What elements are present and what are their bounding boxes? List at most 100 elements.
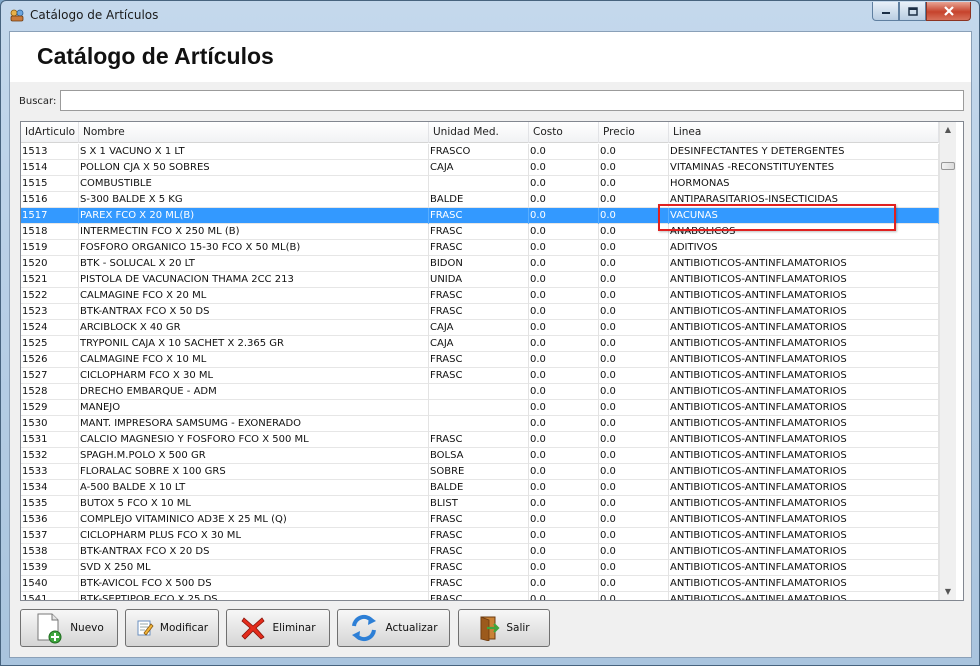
cell-unidad: BALDE	[429, 192, 529, 208]
cell-costo: 0.0	[529, 576, 599, 592]
cell-idarticulo: 1539	[21, 560, 79, 576]
table-row[interactable]: 1521 PISTOLA DE VACUNACION THAMA 2CC 213 U…	[21, 272, 939, 288]
table-row[interactable]: 1541 BTK-SEPTIPOR FCO X 25 DS FRASC 0.0 0.0 A…	[21, 592, 939, 600]
table-row[interactable]: 1513 S X 1 VACUNO X 1 LT FRASCO 0.0 0.0 DESIN…	[21, 144, 939, 160]
delete-x-icon	[241, 617, 266, 640]
eliminar-button[interactable]: Eliminar	[226, 609, 330, 647]
cell-precio: 0.0	[599, 560, 669, 576]
close-icon	[943, 6, 954, 16]
minimize-button[interactable]	[872, 2, 899, 21]
actualizar-button[interactable]: Actualizar	[337, 609, 450, 647]
cell-nombre: PISTOLA DE VACUNACION THAMA 2CC 213	[79, 272, 429, 288]
table-row[interactable]: 1524 ARCIBLOCK X 40 GR CAJA 0.0 0.0 ANTIBIOTI…	[21, 320, 939, 336]
cell-costo: 0.0	[529, 416, 599, 432]
header-col-linea[interactable]: Linea	[669, 122, 939, 143]
header-col-unidad[interactable]: Unidad Med.	[429, 122, 529, 143]
header-col-costo[interactable]: Costo	[529, 122, 599, 143]
cell-idarticulo: 1517	[21, 208, 79, 224]
cell-costo: 0.0	[529, 384, 599, 400]
table-row[interactable]: 1539 SVD X 250 ML FRASC 0.0 0.0 ANTIBIOTICOS-…	[21, 560, 939, 576]
header-col-precio[interactable]: Precio	[599, 122, 669, 143]
table-row[interactable]: 1523 BTK-ANTRAX FCO X 50 DS FRASC 0.0 0.0 ANT…	[21, 304, 939, 320]
cell-linea: ANTIBIOTICOS-ANTINFLAMATORIOS	[669, 288, 939, 304]
cell-linea: ADITIVOS	[669, 240, 939, 256]
salir-button[interactable]: Salir	[458, 609, 550, 647]
table-row[interactable]: 1531 CALCIO MAGNESIO Y FOSFORO FCO X 500 …	[21, 432, 939, 448]
table-row[interactable]: 1525 TRYPONIL CAJA X 10 SACHET X 2.365 GR…	[21, 336, 939, 352]
cell-precio: 0.0	[599, 352, 669, 368]
table-row[interactable]: 1514 POLLON CJA X 50 SOBRES CAJA 0.0 0.0 VITA…	[21, 160, 939, 176]
table-row[interactable]: 1520 BTK - SOLUCAL X 20 LT BIDON 0.0 0.0 ANTI…	[21, 256, 939, 272]
modificar-label: Modificar	[159, 622, 209, 634]
cell-unidad: FRASC	[429, 352, 529, 368]
cell-linea: ANTIBIOTICOS-ANTINFLAMATORIOS	[669, 560, 939, 576]
cell-costo: 0.0	[529, 272, 599, 288]
cell-nombre: PAREX FCO X 20 ML(B)	[79, 208, 429, 224]
modificar-button[interactable]: Modificar	[125, 609, 219, 647]
table-row[interactable]: 1527 CICLOPHARM FCO X 30 ML FRASC 0.0 0.0 ANT…	[21, 368, 939, 384]
cell-nombre: TRYPONIL CAJA X 10 SACHET X 2.365 GR	[79, 336, 429, 352]
table-row[interactable]: 1529 MANEJO 0.0 0.0 ANTIBIOTICOS-ANTINFLAMAT…	[21, 400, 939, 416]
nuevo-button[interactable]: Nuevo	[20, 609, 118, 647]
cell-precio: 0.0	[599, 272, 669, 288]
vertical-scrollbar[interactable]: ▲ ▼	[939, 122, 956, 600]
cell-linea: ANTIBIOTICOS-ANTINFLAMATORIOS	[669, 496, 939, 512]
scroll-down-icon[interactable]: ▼	[940, 584, 956, 600]
cell-nombre: BTK-ANTRAX FCO X 50 DS	[79, 304, 429, 320]
search-input[interactable]	[60, 90, 964, 111]
cell-linea: ANTIBIOTICOS-ANTINFLAMATORIOS	[669, 272, 939, 288]
cell-costo: 0.0	[529, 464, 599, 480]
title-bar[interactable]: Catálogo de Artículos	[1, 1, 979, 31]
edit-icon	[137, 620, 154, 636]
table-row[interactable]: 1537 CICLOPHARM PLUS FCO X 30 ML FRASC 0.0 0…	[21, 528, 939, 544]
cell-linea: ANTIBIOTICOS-ANTINFLAMATORIOS	[669, 544, 939, 560]
cell-nombre: CALMAGINE FCO X 20 ML	[79, 288, 429, 304]
table-row[interactable]: 1533 FLORALAC SOBRE X 100 GRS SOBRE 0.0 0.0 A…	[21, 464, 939, 480]
cell-idarticulo: 1520	[21, 256, 79, 272]
table-row[interactable]: 1522 CALMAGINE FCO X 20 ML FRASC 0.0 0.0 ANTI…	[21, 288, 939, 304]
cell-precio: 0.0	[599, 288, 669, 304]
articles-grid[interactable]: IdArticulo Nombre Unidad Med. Costo Precio Li…	[20, 121, 964, 601]
cell-unidad: FRASCO	[429, 144, 529, 160]
cell-costo: 0.0	[529, 352, 599, 368]
cell-idarticulo: 1533	[21, 464, 79, 480]
table-row[interactable]: 1538 BTK-ANTRAX FCO X 20 DS FRASC 0.0 0.0 ANT…	[21, 544, 939, 560]
cell-nombre: S X 1 VACUNO X 1 LT	[79, 144, 429, 160]
table-row[interactable]: 1515 COMBUSTIBLE 0.0 0.0 HORMONAS	[21, 176, 939, 192]
cell-linea: VITAMINAS -RECONSTITUYENTES	[669, 160, 939, 176]
cell-idarticulo: 1518	[21, 224, 79, 240]
cell-nombre: FLORALAC SOBRE X 100 GRS	[79, 464, 429, 480]
maximize-button[interactable]	[899, 2, 926, 21]
scroll-up-icon[interactable]: ▲	[940, 122, 956, 138]
table-row[interactable]: 1526 CALMAGINE FCO X 10 ML FRASC 0.0 0.0 ANTI…	[21, 352, 939, 368]
cell-linea: ANTIBIOTICOS-ANTINFLAMATORIOS	[669, 432, 939, 448]
cell-costo: 0.0	[529, 288, 599, 304]
cell-costo: 0.0	[529, 320, 599, 336]
cell-costo: 0.0	[529, 496, 599, 512]
table-row[interactable]: 1536 COMPLEJO VITAMINICO AD3E X 25 ML (Q)…	[21, 512, 939, 528]
cell-unidad: BLIST	[429, 496, 529, 512]
table-row[interactable]: 1535 BUTOX 5 FCO X 10 ML BLIST 0.0 0.0 ANTIBI…	[21, 496, 939, 512]
close-button[interactable]	[926, 2, 971, 21]
header-col-nombre[interactable]: Nombre	[79, 122, 429, 143]
table-row[interactable]: 1519 FOSFORO ORGANICO 15-30 FCO X 50 ML(B…	[21, 240, 939, 256]
cell-costo: 0.0	[529, 192, 599, 208]
table-row[interactable]: 1528 DRECHO EMBARQUE - ADM 0.0 0.0 ANTIBIOTI…	[21, 384, 939, 400]
cell-unidad: CAJA	[429, 336, 529, 352]
cell-precio: 0.0	[599, 464, 669, 480]
cell-idarticulo: 1541	[21, 592, 79, 600]
cell-idarticulo: 1529	[21, 400, 79, 416]
cell-linea: ANTIBIOTICOS-ANTINFLAMATORIOS	[669, 448, 939, 464]
table-row[interactable]: 1534 A-500 BALDE X 10 LT BALDE 0.0 0.0 ANTIBI…	[21, 480, 939, 496]
cell-costo: 0.0	[529, 208, 599, 224]
cell-linea: HORMONAS	[669, 176, 939, 192]
header-col-idarticulo[interactable]: IdArticulo	[21, 122, 79, 143]
scroll-thumb[interactable]	[941, 162, 955, 170]
window-title: Catálogo de Artículos	[30, 8, 159, 22]
table-row[interactable]: 1532 SPAGH.M.POLO X 500 GR BOLSA 0.0 0.0 ANTI…	[21, 448, 939, 464]
table-row[interactable]: 1530 MANT. IMPRESORA SAMSUMG - EXONERADO 0…	[21, 416, 939, 432]
table-row[interactable]: 1540 BTK-AVICOL FCO X 500 DS FRASC 0.0 0.0 AN…	[21, 576, 939, 592]
cell-idarticulo: 1515	[21, 176, 79, 192]
cell-nombre: CALCIO MAGNESIO Y FOSFORO FCO X 500 ML	[79, 432, 429, 448]
cell-nombre: CICLOPHARM PLUS FCO X 30 ML	[79, 528, 429, 544]
